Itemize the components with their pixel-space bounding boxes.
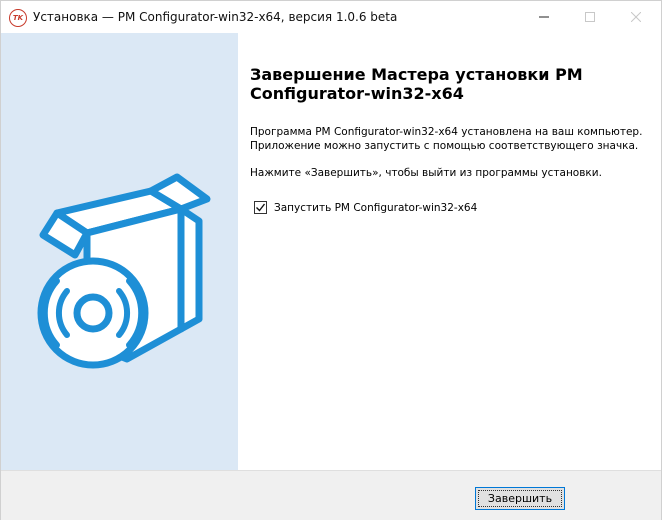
- page-title: Завершение Мастера установки PM Configur…: [250, 65, 583, 103]
- installer-app-icon: TK: [9, 9, 27, 27]
- close-icon: [631, 12, 641, 22]
- window-title: Установка — PM Configurator-win32-x64, в…: [33, 10, 398, 24]
- minimize-icon: [539, 16, 549, 18]
- app-icon-text: TK: [12, 14, 24, 22]
- installer-window: TK Установка — PM Configurator-win32-x64…: [0, 0, 662, 520]
- checkmark-icon: [256, 203, 266, 212]
- title-bar[interactable]: TK Установка — PM Configurator-win32-x64…: [1, 1, 661, 33]
- side-panel: [1, 33, 238, 470]
- box-with-disc-icon: [37, 173, 211, 369]
- close-button[interactable]: [613, 1, 659, 33]
- content-area: Завершение Мастера установки PM Configur…: [238, 33, 661, 470]
- button-bar: Завершить: [1, 470, 661, 520]
- maximize-button[interactable]: [567, 1, 613, 33]
- install-complete-text: Программа PM Configurator-win32-x64 уста…: [250, 126, 643, 152]
- minimize-button[interactable]: [521, 1, 567, 33]
- finish-button[interactable]: Завершить: [475, 487, 565, 510]
- launch-checkbox-row[interactable]: Запустить PM Configurator-win32-x64: [254, 201, 477, 214]
- launch-checkbox[interactable]: [254, 201, 267, 214]
- maximize-icon: [585, 12, 595, 22]
- finish-instruction-text: Нажмите «Завершить», чтобы выйти из прог…: [250, 167, 602, 179]
- launch-checkbox-label[interactable]: Запустить PM Configurator-win32-x64: [274, 202, 477, 214]
